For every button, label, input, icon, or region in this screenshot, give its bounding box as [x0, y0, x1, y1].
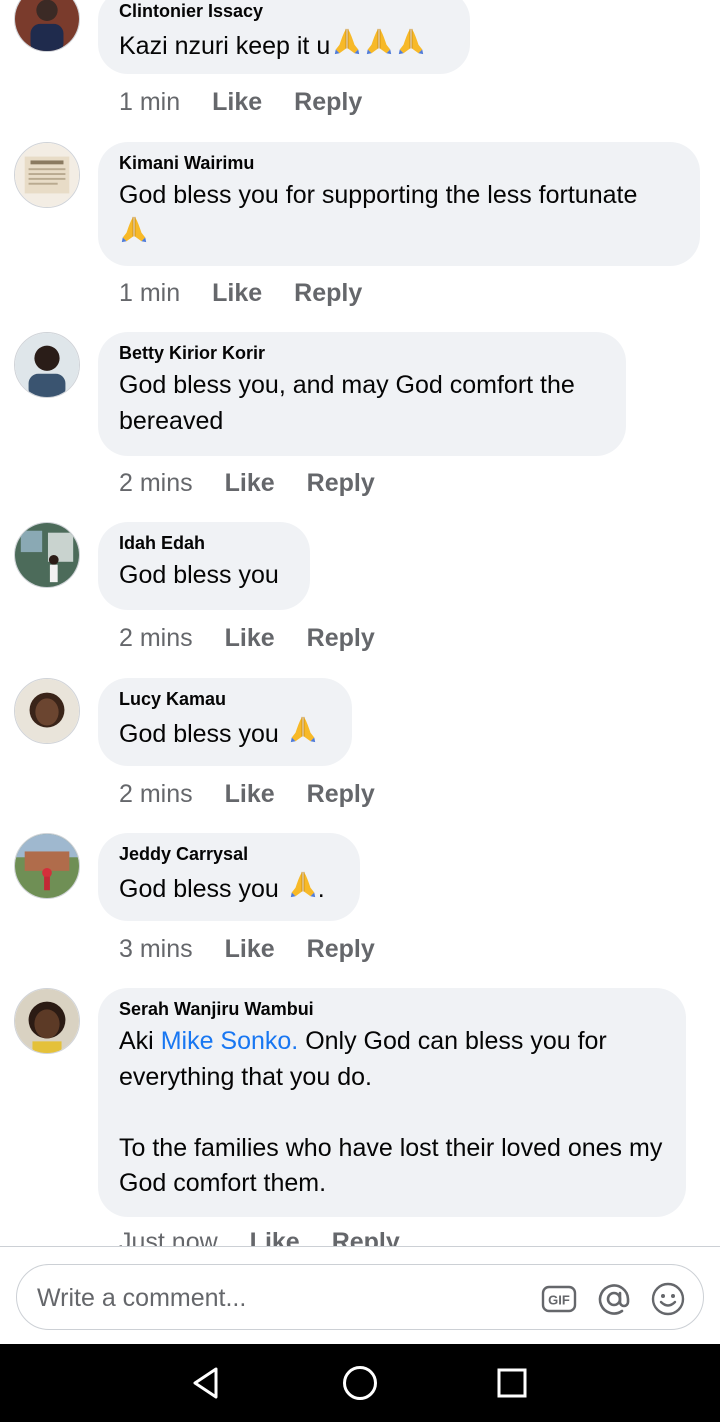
- comment-author[interactable]: Kimani Wairimu: [119, 152, 678, 174]
- comment-time[interactable]: 1 min: [119, 88, 180, 117]
- reply-button[interactable]: Reply: [307, 624, 375, 653]
- reply-button[interactable]: Reply: [294, 279, 362, 308]
- comment-bubble: Kimani Wairimu God bless you for support…: [98, 142, 700, 266]
- reply-button[interactable]: Reply: [307, 780, 375, 809]
- reply-button[interactable]: Reply: [307, 469, 375, 498]
- avatar[interactable]: [14, 522, 80, 588]
- comment-text: Kazi nzuri keep it u: [119, 26, 448, 65]
- comment-meta: 2 mins Like Reply: [119, 469, 375, 498]
- comment-time[interactable]: 1 min: [119, 279, 180, 308]
- comments-feed[interactable]: Clintonier Issacy Kazi nzuri keep it u 1…: [0, 0, 720, 1246]
- comment-text: God bless you: [119, 714, 330, 753]
- comment-text: God bless you: [119, 561, 279, 589]
- like-button[interactable]: Like: [225, 780, 275, 809]
- folded-hands-emoji-icon: [288, 869, 318, 899]
- comment-time[interactable]: 3 mins: [119, 935, 193, 964]
- like-button[interactable]: Like: [225, 935, 275, 964]
- comment-composer-bar: GIF: [0, 1246, 720, 1344]
- folded-hands-emoji-icon: [396, 26, 426, 56]
- recents-icon[interactable]: [491, 1362, 533, 1404]
- comment-text: Aki Mike Sonko. Only God can bless you f…: [119, 1027, 670, 1197]
- comment-bubble: Lucy Kamau God bless you: [98, 678, 352, 766]
- comment-meta: 1 min Like Reply: [119, 88, 362, 117]
- mention-icon[interactable]: [596, 1281, 632, 1317]
- comment-author[interactable]: Lucy Kamau: [119, 688, 330, 710]
- comment-meta: 2 mins Like Reply: [119, 780, 375, 809]
- like-button[interactable]: Like: [225, 624, 275, 653]
- comment-author[interactable]: Serah Wanjiru Wambui: [119, 998, 664, 1020]
- comment-author[interactable]: Betty Kirior Korir: [119, 342, 604, 364]
- like-button[interactable]: Like: [225, 469, 275, 498]
- comment-time[interactable]: 2 mins: [119, 624, 193, 653]
- comment-bubble: Clintonier Issacy Kazi nzuri keep it u: [98, 0, 470, 74]
- comment-author[interactable]: Idah Edah: [119, 532, 288, 554]
- reply-button[interactable]: Reply: [332, 1228, 400, 1246]
- comment-bubble: Idah Edah God bless you: [98, 522, 310, 610]
- comment-bubble: Serah Wanjiru Wambui Aki Mike Sonko. Onl…: [98, 988, 686, 1217]
- comment-time[interactable]: Just now: [119, 1228, 218, 1246]
- comment-meta: 2 mins Like Reply: [119, 624, 375, 653]
- avatar[interactable]: [14, 678, 80, 744]
- comment-meta: Just now Like Reply: [119, 1228, 400, 1246]
- reply-button[interactable]: Reply: [294, 88, 362, 117]
- avatar[interactable]: [14, 142, 80, 208]
- comment-time[interactable]: 2 mins: [119, 780, 193, 809]
- back-icon[interactable]: [185, 1362, 227, 1404]
- mention-link[interactable]: Mike Sonko.: [161, 1027, 299, 1055]
- comment-bubble: Betty Kirior Korir God bless you, and ma…: [98, 332, 626, 456]
- comment-text: God bless you for supporting the less fo…: [119, 178, 678, 252]
- like-button[interactable]: Like: [212, 88, 262, 117]
- comment-meta: 3 mins Like Reply: [119, 935, 375, 964]
- comment-meta: 1 min Like Reply: [119, 279, 362, 308]
- emoji-icon[interactable]: [650, 1281, 686, 1317]
- folded-hands-emoji-icon: [119, 214, 149, 244]
- gif-icon[interactable]: GIF: [541, 1281, 577, 1317]
- comment-author[interactable]: Jeddy Carrysal: [119, 843, 338, 865]
- like-button[interactable]: Like: [212, 279, 262, 308]
- comment-author[interactable]: Clintonier Issacy: [119, 0, 448, 22]
- comment-bubble: Jeddy Carrysal God bless you .: [98, 833, 360, 921]
- svg-text:GIF: GIF: [548, 1293, 570, 1308]
- system-navigation-bar: [0, 1344, 720, 1422]
- comment-text: God bless you, and may God comfort the b…: [119, 371, 582, 435]
- comment-time[interactable]: 2 mins: [119, 469, 193, 498]
- like-button[interactable]: Like: [250, 1228, 300, 1246]
- reply-button[interactable]: Reply: [307, 935, 375, 964]
- avatar[interactable]: [14, 833, 80, 899]
- folded-hands-emoji-icon: [332, 26, 362, 56]
- avatar[interactable]: [14, 0, 80, 52]
- comment-input[interactable]: [35, 1265, 529, 1331]
- comment-composer[interactable]: GIF: [16, 1264, 704, 1331]
- comment-text: God bless you .: [119, 869, 338, 908]
- avatar[interactable]: [14, 332, 80, 398]
- home-icon[interactable]: [339, 1362, 381, 1404]
- folded-hands-emoji-icon: [288, 714, 318, 744]
- avatar[interactable]: [14, 988, 80, 1054]
- folded-hands-emoji-icon: [364, 26, 394, 56]
